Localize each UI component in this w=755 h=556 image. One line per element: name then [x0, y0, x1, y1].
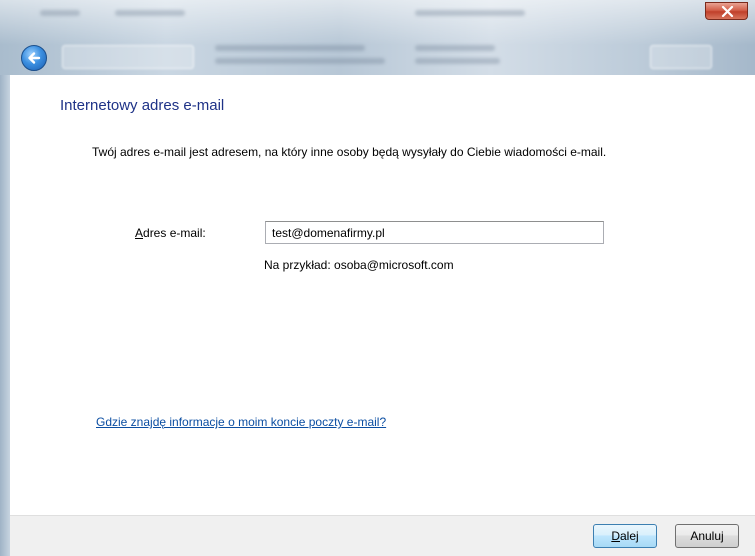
page-title: Internetowy adres e-mail [60, 97, 225, 114]
next-button-accelerator: D [611, 529, 620, 543]
title-bar [0, 0, 755, 75]
email-example-hint: Na przykład: osoba@microsoft.com [264, 258, 454, 272]
wizard-window: Internetowy adres e-mail Twój adres e-ma… [0, 0, 755, 556]
wizard-content: Internetowy adres e-mail Twój adres e-ma… [10, 75, 755, 515]
back-button[interactable] [21, 45, 47, 71]
email-label: Adres e-mail: [135, 226, 206, 240]
back-arrow-icon [28, 52, 41, 64]
next-button[interactable]: Dalej [593, 524, 657, 548]
email-input[interactable] [265, 221, 604, 244]
close-icon [721, 6, 734, 17]
next-button-label: alej [619, 529, 639, 543]
wizard-footer: Dalej Anuluj [10, 515, 755, 556]
page-description: Twój adres e-mail jest adresem, na który… [92, 145, 607, 159]
cancel-button[interactable]: Anuluj [675, 524, 739, 548]
email-label-text: dres e-mail: [143, 226, 206, 240]
email-label-accelerator: A [135, 226, 144, 240]
close-button[interactable] [705, 2, 748, 20]
help-link[interactable]: Gdzie znajdę informacje o moim koncie po… [96, 415, 386, 429]
window-frame-left [0, 75, 10, 556]
